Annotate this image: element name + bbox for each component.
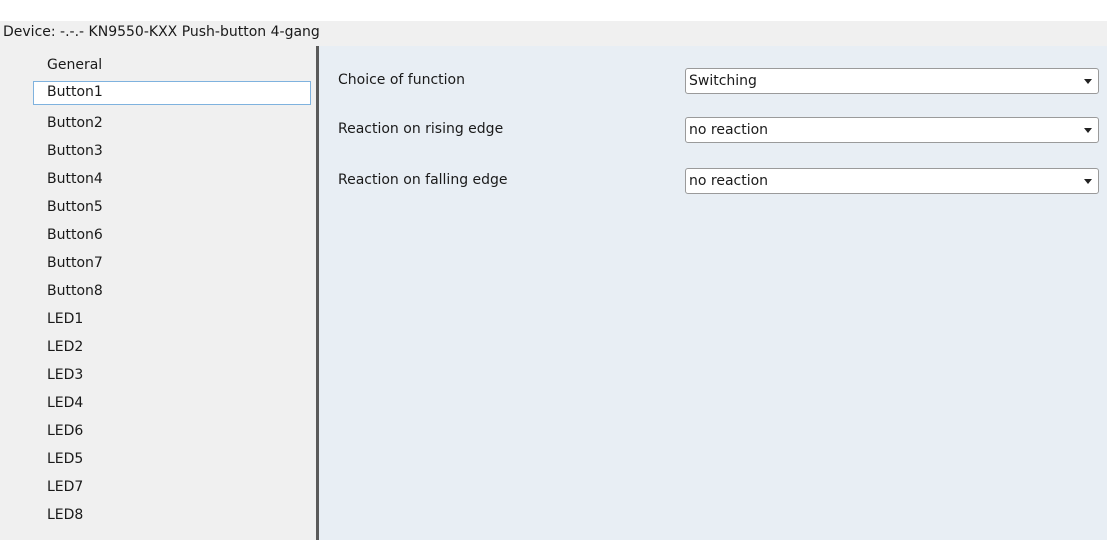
sidebar-item-button4[interactable]: Button4 — [33, 168, 311, 192]
rising-edge-select[interactable]: no reaction — [685, 117, 1099, 143]
falling-edge-label: Reaction on falling edge — [338, 172, 508, 188]
sidebar-item-led7[interactable]: LED7 — [33, 476, 311, 500]
sidebar-item-button7[interactable]: Button7 — [33, 252, 311, 276]
sidebar-item-led6[interactable]: LED6 — [33, 420, 311, 444]
chevron-down-icon — [1084, 79, 1092, 84]
sidebar-item-led2[interactable]: LED2 — [33, 336, 311, 360]
sidebar-item-led1[interactable]: LED1 — [33, 308, 311, 332]
parameter-tree: General Button1 Button2 Button3 Button4 … — [0, 46, 316, 540]
falling-edge-select[interactable]: no reaction — [685, 168, 1099, 194]
sidebar-item-button2[interactable]: Button2 — [33, 112, 311, 136]
choice-of-function-label: Choice of function — [338, 72, 465, 88]
sidebar-item-button6[interactable]: Button6 — [33, 224, 311, 248]
rising-edge-value: no reaction — [689, 122, 769, 138]
sidebar-item-button5[interactable]: Button5 — [33, 196, 311, 220]
choice-of-function-value: Switching — [689, 73, 757, 89]
sidebar-item-general[interactable]: General — [33, 54, 311, 78]
device-header: Device: -.-.- KN9550-KXX Push-button 4-g… — [0, 0, 1107, 46]
rising-edge-label: Reaction on rising edge — [338, 121, 504, 137]
device-title: Device: -.-.- KN9550-KXX Push-button 4-g… — [3, 24, 320, 40]
chevron-down-icon — [1084, 179, 1092, 184]
chevron-down-icon — [1084, 128, 1092, 133]
falling-edge-value: no reaction — [689, 173, 769, 189]
sidebar-item-button3[interactable]: Button3 — [33, 140, 311, 164]
sidebar-item-button1[interactable]: Button1 — [33, 81, 311, 105]
choice-of-function-select[interactable]: Switching — [685, 68, 1099, 94]
sidebar-item-led5[interactable]: LED5 — [33, 448, 311, 472]
sidebar-item-led8[interactable]: LED8 — [33, 504, 311, 528]
sidebar-item-led4[interactable]: LED4 — [33, 392, 311, 416]
sidebar-item-led3[interactable]: LED3 — [33, 364, 311, 388]
sidebar-item-button8[interactable]: Button8 — [33, 280, 311, 304]
parameter-panel: Choice of function Switching Reaction on… — [319, 46, 1107, 540]
